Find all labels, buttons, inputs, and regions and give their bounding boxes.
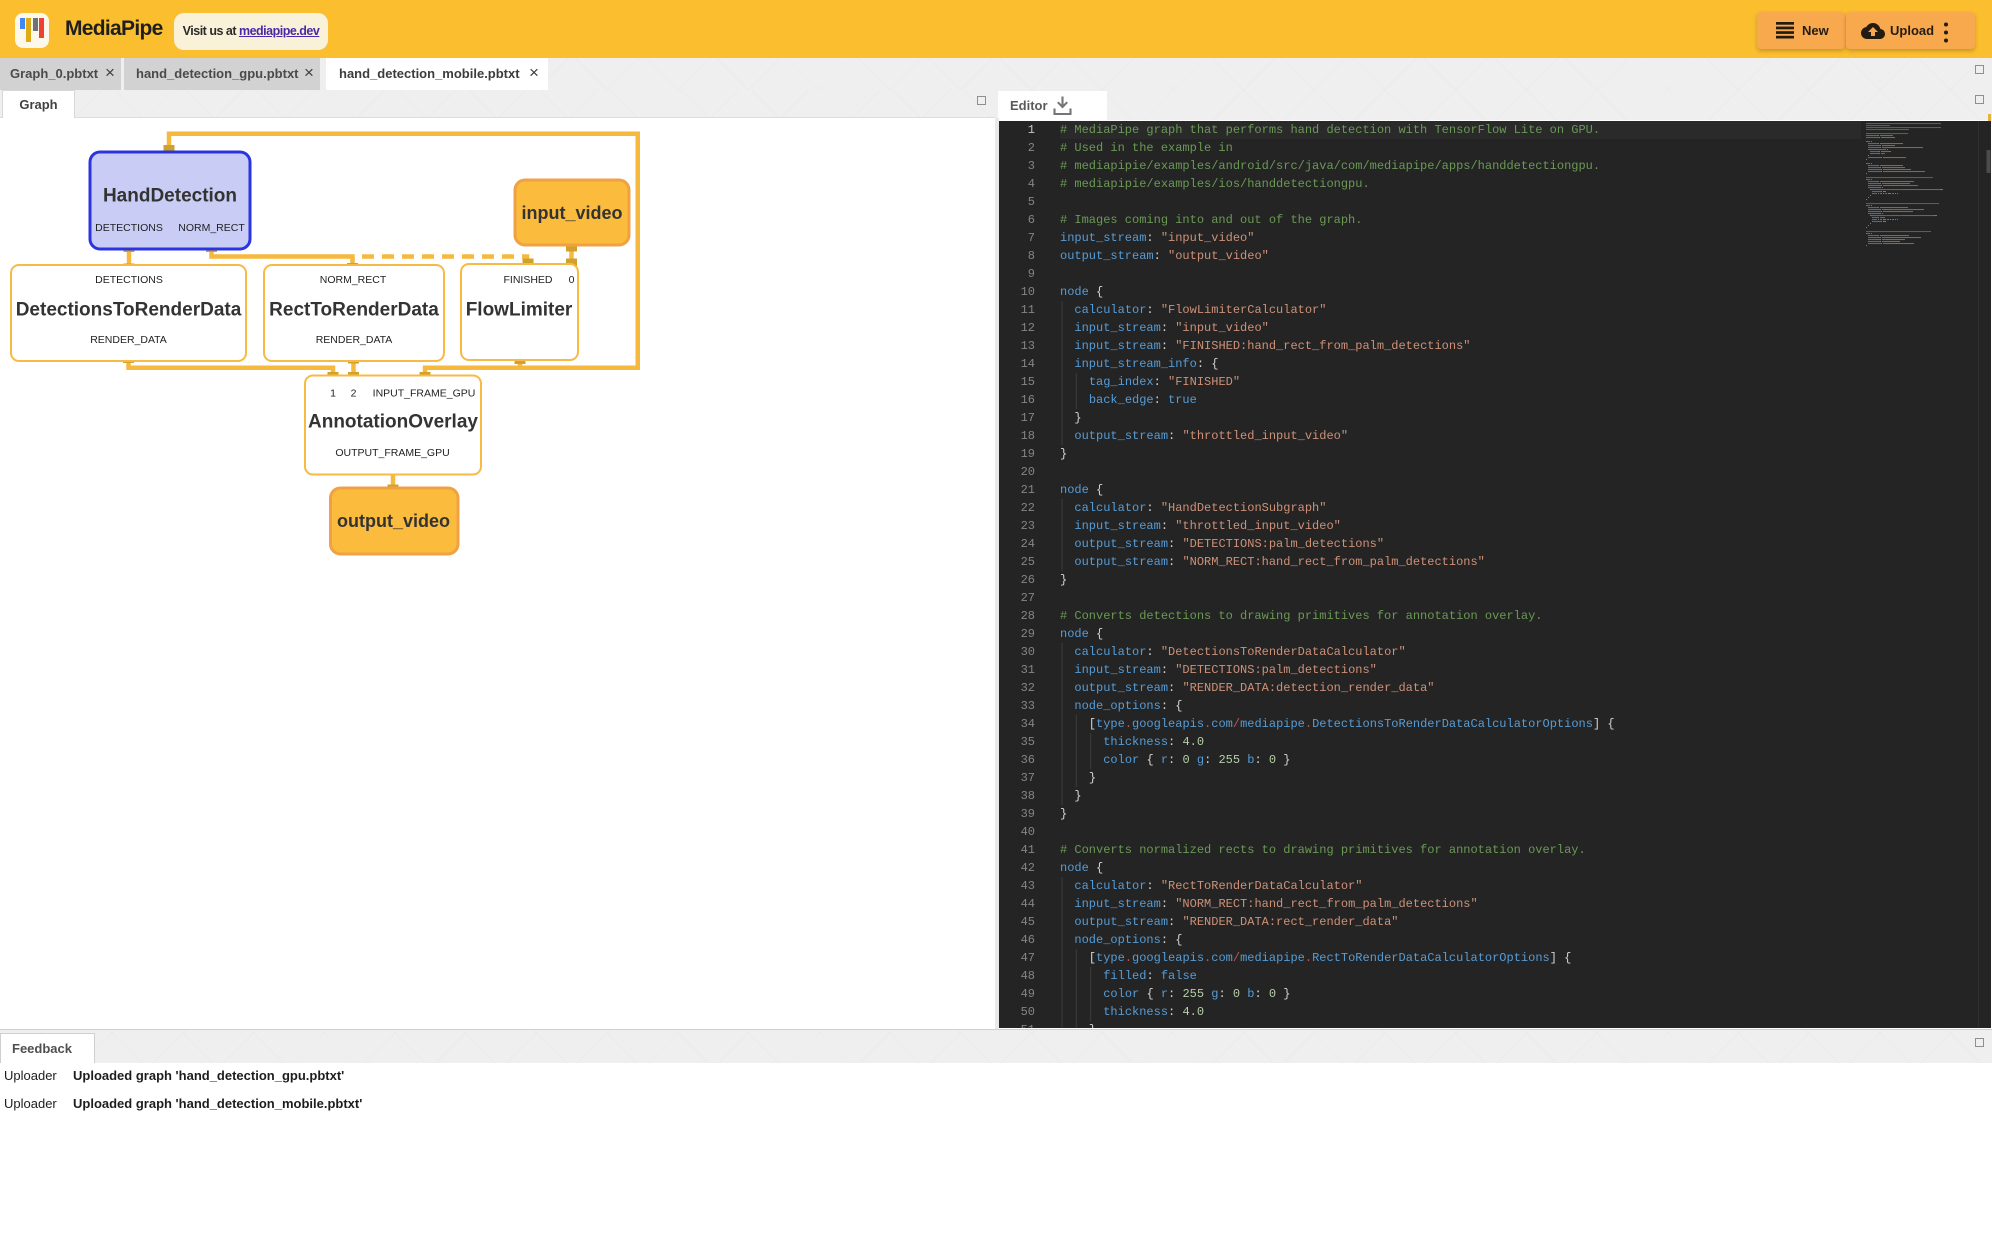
svg-text:AnnotationOverlay: AnnotationOverlay: [308, 412, 478, 433]
svg-text:DETECTIONS: DETECTIONS: [95, 274, 163, 286]
svg-text:DetectionsToRenderData: DetectionsToRenderData: [16, 300, 242, 321]
svg-text:HandDetection: HandDetection: [103, 186, 237, 207]
svg-text:output_video: output_video: [337, 511, 450, 531]
svg-text:input_video: input_video: [521, 203, 622, 223]
svg-text:FlowLimiter: FlowLimiter: [466, 300, 573, 321]
svg-text:FINISHED: FINISHED: [503, 274, 552, 286]
svg-text:RENDER_DATA: RENDER_DATA: [90, 334, 167, 346]
svg-text:OUTPUT_FRAME_GPU: OUTPUT_FRAME_GPU: [335, 447, 449, 459]
svg-text:NORM_RECT: NORM_RECT: [178, 222, 245, 234]
svg-text:RectToRenderData: RectToRenderData: [269, 300, 439, 321]
svg-text:RENDER_DATA: RENDER_DATA: [316, 334, 393, 346]
svg-text:0: 0: [569, 274, 575, 286]
svg-text:DETECTIONS: DETECTIONS: [95, 222, 163, 234]
svg-text:2: 2: [351, 388, 357, 400]
svg-text:INPUT_FRAME_GPU: INPUT_FRAME_GPU: [373, 388, 476, 400]
svg-text:NORM_RECT: NORM_RECT: [320, 274, 387, 286]
svg-text:1: 1: [330, 388, 336, 400]
